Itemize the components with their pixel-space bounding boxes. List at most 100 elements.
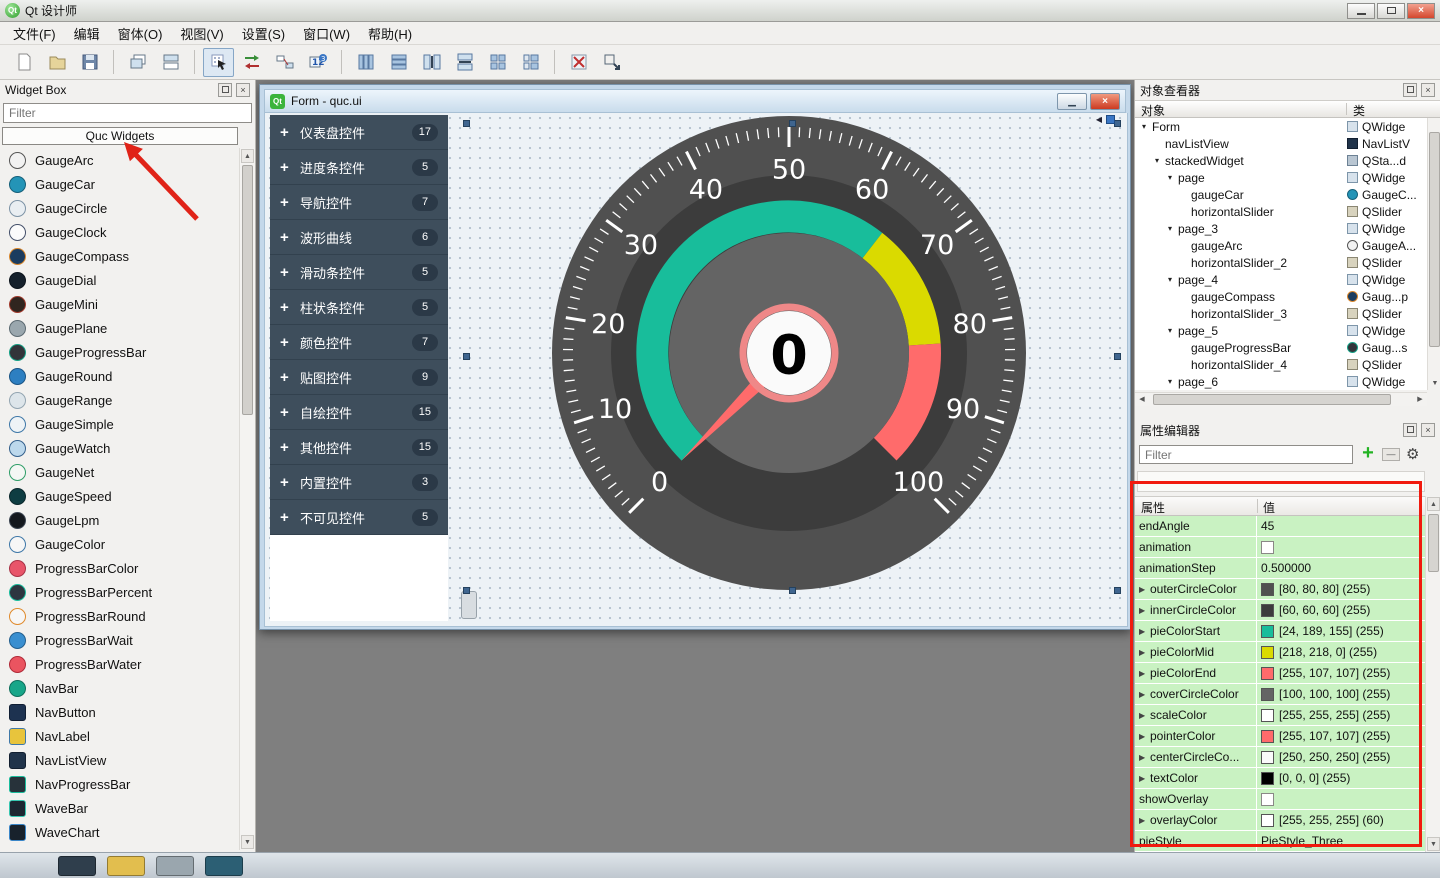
widget-box-item[interactable]: NavBar <box>0 676 238 700</box>
scroll-up-icon[interactable]: ▲ <box>241 149 254 163</box>
selection-handle[interactable] <box>463 353 470 360</box>
selection-handle[interactable] <box>789 120 796 127</box>
menu-item-6[interactable]: 帮助(H) <box>359 21 421 46</box>
object-row-Form[interactable]: ▾FormQWidge <box>1135 118 1427 135</box>
scrollbar-thumb[interactable] <box>1429 132 1440 347</box>
widget-box-item[interactable]: GaugeCar <box>0 172 238 196</box>
property-row-animation-step[interactable]: animationStep0.500000 <box>1135 558 1425 579</box>
taskbar-item[interactable] <box>156 856 194 876</box>
edit-widgets-button[interactable] <box>203 48 234 77</box>
property-row-pie-color-mid[interactable]: ▶pieColorMid[218, 218, 0] (255) <box>1135 642 1425 663</box>
column-header-property[interactable]: 属性 <box>1141 499 1165 516</box>
form-minimize-button[interactable]: ▁ <box>1057 93 1087 110</box>
object-row-gaugeArc[interactable]: gaugeArcGaugeA... <box>1135 237 1427 254</box>
expand-arrow-icon[interactable]: ▶ <box>1139 648 1148 657</box>
menu-item-5[interactable]: 窗口(W) <box>294 21 359 46</box>
add-property-button[interactable]: + <box>1357 443 1379 465</box>
new-file-button[interactable] <box>8 48 39 77</box>
remove-property-button[interactable]: — <box>1382 448 1400 461</box>
dock-icon[interactable] <box>1106 115 1115 124</box>
widget-box-item[interactable]: GaugeColor <box>0 532 238 556</box>
object-tree-vscrollbar[interactable]: ▼ <box>1427 118 1440 390</box>
expand-arrow-icon[interactable]: ▾ <box>1139 122 1149 131</box>
save-file-button[interactable] <box>74 48 105 77</box>
property-filter-input[interactable] <box>1139 445 1353 464</box>
widget-box-item[interactable]: ProgressBarWait <box>0 628 238 652</box>
taskbar-item[interactable] <box>205 856 243 876</box>
object-row-stackedWidget[interactable]: ▾stackedWidgetQSta...d <box>1135 152 1427 169</box>
widget-box-item[interactable]: ProgressBarColor <box>0 556 238 580</box>
expand-arrow-icon[interactable]: ▶ <box>1139 585 1148 594</box>
widget-box-item[interactable]: GaugeRound <box>0 364 238 388</box>
expand-arrow-icon[interactable]: ▾ <box>1165 326 1175 335</box>
widget-box-item[interactable]: NavButton <box>0 700 238 724</box>
object-row-page_3[interactable]: ▾page_3QWidge <box>1135 220 1427 237</box>
selection-handle[interactable] <box>1114 353 1121 360</box>
layout-grid-button[interactable] <box>482 48 513 77</box>
taskbar-item[interactable] <box>58 856 96 876</box>
widget-box-item[interactable]: GaugeCompass <box>0 244 238 268</box>
break-layout-button[interactable] <box>563 48 594 77</box>
widget-box-item[interactable]: GaugeClock <box>0 220 238 244</box>
widget-box-item[interactable]: GaugeMini <box>0 292 238 316</box>
gauge-widget[interactable]: 01020304050607080901000 <box>265 113 1128 626</box>
minimize-button[interactable] <box>1347 3 1375 19</box>
cascade-windows-button[interactable] <box>122 48 153 77</box>
object-row-gaugeProgressBar[interactable]: gaugeProgressBarGaug...s <box>1135 339 1427 356</box>
close-panel-button[interactable]: × <box>1421 423 1435 437</box>
property-row-cover-circle-color[interactable]: ▶coverCircleColor[100, 100, 100] (255) <box>1135 684 1425 705</box>
scroll-right-icon[interactable]: ▶ <box>1413 393 1427 406</box>
expand-arrow-icon[interactable]: ▾ <box>1165 377 1175 386</box>
object-row-horizontalSlider_3[interactable]: horizontalSlider_3QSlider <box>1135 305 1427 322</box>
widget-box-item[interactable]: NavListView <box>0 748 238 772</box>
object-row-navListView[interactable]: navListViewNavListV <box>1135 135 1427 152</box>
scroll-down-icon[interactable]: ▼ <box>241 835 254 849</box>
column-header-class[interactable]: 类 <box>1353 102 1365 119</box>
selection-handle[interactable] <box>789 587 796 594</box>
widget-box-item[interactable]: GaugeSimple <box>0 412 238 436</box>
widget-box-item[interactable]: GaugeProgressBar <box>0 340 238 364</box>
widget-box-item[interactable]: ProgressBarRound <box>0 604 238 628</box>
object-row-gaugeCompass[interactable]: gaugeCompassGaug...p <box>1135 288 1427 305</box>
edit-tab-order-button[interactable]: 123 <box>302 48 333 77</box>
object-row-page[interactable]: ▾pageQWidge <box>1135 169 1427 186</box>
scroll-up-icon[interactable]: ▲ <box>1427 497 1440 511</box>
edit-signals-slots-button[interactable] <box>236 48 267 77</box>
widget-box-item[interactable]: NavProgressBar <box>0 772 238 796</box>
float-panel-button[interactable] <box>1403 83 1417 97</box>
property-row-end-angle[interactable]: endAngle45 <box>1135 516 1425 537</box>
widget-box-item[interactable]: GaugeLpm <box>0 508 238 532</box>
menu-item-2[interactable]: 窗体(O) <box>109 21 172 46</box>
widget-box-item[interactable]: ProgressBarPercent <box>0 580 238 604</box>
property-row-overlay-color[interactable]: ▶overlayColor[255, 255, 255] (60) <box>1135 810 1425 831</box>
widget-box-item[interactable]: GaugeSpeed <box>0 484 238 508</box>
scrollbar-thumb[interactable] <box>242 165 253 415</box>
adjust-size-button[interactable] <box>596 48 627 77</box>
form-titlebar[interactable]: Qt Form - quc.ui ▁ × <box>264 89 1126 113</box>
splitter-vertical-button[interactable] <box>449 48 480 77</box>
widget-box-item[interactable]: GaugeDial <box>0 268 238 292</box>
close-button[interactable]: × <box>1407 3 1435 19</box>
widget-box-item[interactable]: WaveChart <box>0 820 238 844</box>
widget-box-item[interactable]: WaveBar <box>0 796 238 820</box>
property-row-text-color[interactable]: ▶textColor[0, 0, 0] (255) <box>1135 768 1425 789</box>
layout-form-button[interactable] <box>515 48 546 77</box>
widget-box-item[interactable]: GaugeWatch <box>0 436 238 460</box>
checkbox[interactable] <box>1261 541 1274 554</box>
form-close-button[interactable]: × <box>1090 93 1120 110</box>
expand-arrow-icon[interactable]: ▶ <box>1139 753 1148 762</box>
menu-item-0[interactable]: 文件(F) <box>4 21 65 46</box>
selection-handle[interactable] <box>1114 587 1121 594</box>
expand-arrow-icon[interactable]: ▶ <box>1139 627 1148 636</box>
object-row-page_5[interactable]: ▾page_5QWidge <box>1135 322 1427 339</box>
selection-handle[interactable] <box>463 587 470 594</box>
expand-arrow-icon[interactable]: ▶ <box>1139 774 1148 783</box>
property-row-pie-color-start[interactable]: ▶pieColorStart[24, 189, 155] (255) <box>1135 621 1425 642</box>
scrollbar-thumb[interactable] <box>1153 394 1391 405</box>
expand-arrow-icon[interactable]: ▶ <box>1139 732 1148 741</box>
layout-vertical-button[interactable] <box>350 48 381 77</box>
prev-page-icon[interactable]: ◀ <box>1096 115 1102 124</box>
object-row-page_6[interactable]: ▾page_6QWidge <box>1135 373 1427 390</box>
column-header-object[interactable]: 对象 <box>1141 102 1165 119</box>
menu-item-3[interactable]: 视图(V) <box>171 21 232 46</box>
